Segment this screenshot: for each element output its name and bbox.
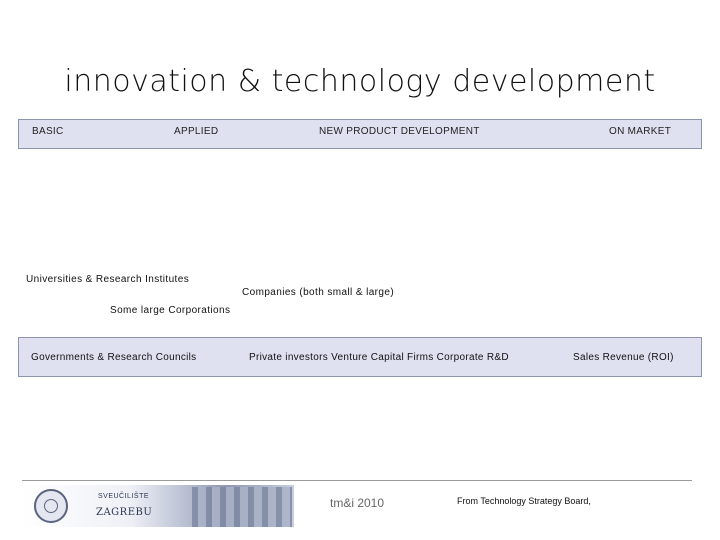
funding-governments: Governments & Research Councils — [31, 352, 197, 363]
logo-line2: ZAGREBU — [96, 507, 153, 518]
university-seal-icon — [34, 489, 68, 523]
university-logo: SVEUČILIŠTE ZAGREBU — [22, 485, 294, 527]
building-image — [192, 487, 292, 527]
funding-sales: Sales Revenue (ROI) — [573, 352, 674, 363]
actor-universities: Universities & Research Institutes — [26, 274, 190, 285]
actor-corporations: Some large Corporations — [110, 305, 231, 316]
funding-investors: Private investors Venture Capital Firms … — [249, 352, 509, 363]
stage-basic: BASIC — [32, 126, 64, 137]
logo-line1: SVEUČILIŠTE — [98, 493, 150, 500]
stage-applied: APPLIED — [174, 126, 219, 137]
slide-title: innovation & technology development — [64, 64, 656, 99]
stage-new-product-development: NEW PRODUCT DEVELOPMENT — [319, 126, 480, 137]
footer-divider — [22, 480, 692, 481]
actor-companies: Companies (both small & large) — [242, 287, 395, 298]
stage-bar: BASIC APPLIED NEW PRODUCT DEVELOPMENT ON… — [18, 119, 702, 149]
stage-on-market: ON MARKET — [609, 126, 672, 137]
funding-bar: Governments & Research Councils Private … — [18, 337, 702, 377]
source-note: From Technology Strategy Board, — [457, 496, 591, 506]
event-label: tm&i 2010 — [330, 496, 385, 510]
